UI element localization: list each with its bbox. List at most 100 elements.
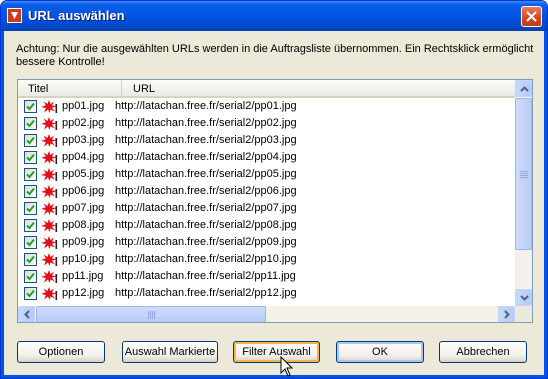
options-button[interactable]: Optionen (17, 341, 105, 363)
list-item[interactable]: pp07.jpg http://latachan.free.fr/serial2/… (18, 200, 515, 217)
checkmark-icon (26, 204, 35, 213)
checkmark-icon (26, 272, 35, 281)
row-checkbox[interactable] (24, 168, 37, 181)
row-checkbox[interactable] (24, 270, 37, 283)
list-item[interactable]: pp04.jpg http://latachan.free.fr/serial2/… (18, 149, 515, 166)
title-bar[interactable]: URL auswählen (1, 1, 547, 31)
close-icon (526, 11, 537, 22)
row-url: http://latachan.free.fr/serial2/pp01.jpg (115, 100, 297, 112)
red-splat-icon (41, 168, 58, 181)
list-item[interactable]: pp02.jpg http://latachan.free.fr/serial2/… (18, 115, 515, 132)
checkmark-icon (26, 255, 35, 264)
window-title: URL auswählen (28, 8, 125, 23)
row-title: pp11.jpg (62, 270, 104, 282)
list-item[interactable]: pp12.jpg http://latachan.free.fr/serial2/… (18, 285, 515, 302)
red-splat-icon (41, 202, 58, 215)
list-item[interactable]: pp11.jpg http://latachan.free.fr/serial2/… (18, 268, 515, 285)
row-checkbox[interactable] (24, 134, 37, 147)
red-splat-icon (41, 100, 58, 113)
checkmark-icon (26, 238, 35, 247)
checkmark-icon (26, 187, 35, 196)
list-header: Titel URL (18, 80, 515, 98)
red-splat-icon (41, 134, 58, 147)
vertical-scroll-thumb[interactable] (515, 98, 532, 250)
horizontal-scrollbar[interactable] (18, 306, 515, 322)
row-title: pp12.jpg (62, 287, 105, 299)
row-checkbox[interactable] (24, 236, 37, 249)
row-title: pp07.jpg (62, 202, 105, 214)
row-url: http://latachan.free.fr/serial2/pp05.jpg (115, 168, 297, 180)
horizontal-scroll-thumb[interactable] (36, 306, 266, 322)
scroll-down-button[interactable] (515, 289, 532, 306)
grip-icon (520, 171, 528, 178)
checkmark-icon (26, 170, 35, 179)
checkmark-icon (26, 289, 35, 298)
row-checkbox[interactable] (24, 287, 37, 300)
window-frame-right (544, 31, 547, 378)
row-title: pp06.jpg (62, 185, 105, 197)
dialog-window: URL auswählen Achtung: Nur die ausgewähl… (0, 0, 548, 379)
list-item[interactable]: pp08.jpg http://latachan.free.fr/serial2/… (18, 217, 515, 234)
filter-selection-button[interactable]: Filter Auswahl (233, 341, 320, 363)
row-checkbox[interactable] (24, 253, 37, 266)
checkmark-icon (26, 221, 35, 230)
ok-button[interactable]: OK (336, 341, 424, 363)
chevron-down-icon (520, 295, 529, 301)
row-checkbox[interactable] (24, 185, 37, 198)
scroll-up-button[interactable] (515, 80, 532, 97)
list-item[interactable]: pp05.jpg http://latachan.free.fr/serial2/… (18, 166, 515, 183)
window-frame-bottom (1, 375, 547, 378)
checkmark-icon (26, 119, 35, 128)
close-button[interactable] (521, 6, 542, 27)
vertical-scrollbar[interactable] (515, 80, 532, 306)
checkmark-icon (26, 153, 35, 162)
list-item[interactable]: pp09.jpg http://latachan.free.fr/serial2/… (18, 234, 515, 251)
row-url: http://latachan.free.fr/serial2/pp11.jpg (115, 270, 296, 282)
red-splat-icon (41, 185, 58, 198)
row-checkbox[interactable] (24, 100, 37, 113)
list-item[interactable]: pp10.jpg http://latachan.free.fr/serial2/… (18, 251, 515, 268)
row-title: pp10.jpg (62, 253, 105, 265)
select-marked-button[interactable]: Auswahl Markierte (122, 341, 218, 363)
chevron-right-icon (504, 310, 510, 319)
list-item[interactable]: pp03.jpg http://latachan.free.fr/serial2/… (18, 132, 515, 149)
row-url: http://latachan.free.fr/serial2/pp12.jpg (115, 287, 297, 299)
red-splat-icon (41, 253, 58, 266)
row-title: pp08.jpg (62, 219, 105, 231)
red-splat-icon (41, 236, 58, 249)
row-url: http://latachan.free.fr/serial2/pp07.jpg (115, 202, 297, 214)
red-splat-icon (41, 117, 58, 130)
cancel-button[interactable]: Abbrechen (439, 341, 527, 363)
checkmark-icon (26, 102, 35, 111)
scroll-right-button[interactable] (498, 306, 515, 322)
red-splat-icon (41, 219, 58, 232)
row-url: http://latachan.free.fr/serial2/pp03.jpg (115, 134, 297, 146)
list-item[interactable]: pp01.jpg http://latachan.free.fr/serial2/… (18, 98, 515, 115)
list-rows: pp01.jpg http://latachan.free.fr/serial2/… (18, 98, 515, 302)
list-item[interactable]: pp06.jpg http://latachan.free.fr/serial2/… (18, 183, 515, 200)
app-icon[interactable] (7, 8, 22, 23)
row-url: http://latachan.free.fr/serial2/pp02.jpg (115, 117, 297, 129)
row-url: http://latachan.free.fr/serial2/pp09.jpg (115, 236, 297, 248)
chevron-left-icon (24, 310, 30, 319)
chevron-up-icon (520, 86, 529, 92)
row-title: pp02.jpg (62, 117, 105, 129)
column-header-title[interactable]: Titel (18, 80, 122, 98)
scrollbar-corner (515, 306, 532, 322)
row-checkbox[interactable] (24, 117, 37, 130)
info-text: Achtung: Nur die ausgewählten URLs werde… (16, 43, 534, 68)
row-url: http://latachan.free.fr/serial2/pp04.jpg (115, 151, 297, 163)
row-title: pp01.jpg (62, 100, 105, 112)
scroll-left-button[interactable] (18, 306, 35, 322)
window-frame-left (1, 31, 4, 378)
row-title: pp03.jpg (62, 134, 105, 146)
row-title: pp04.jpg (62, 151, 105, 163)
row-checkbox[interactable] (24, 202, 37, 215)
url-list[interactable]: Titel URL pp01.jpg http://latachan.free.f… (17, 79, 533, 323)
row-url: http://latachan.free.fr/serial2/pp06.jpg (115, 185, 297, 197)
row-url: http://latachan.free.fr/serial2/pp10.jpg (115, 253, 297, 265)
red-splat-icon (41, 270, 58, 283)
row-checkbox[interactable] (24, 219, 37, 232)
row-checkbox[interactable] (24, 151, 37, 164)
row-url: http://latachan.free.fr/serial2/pp08.jpg (115, 219, 297, 231)
